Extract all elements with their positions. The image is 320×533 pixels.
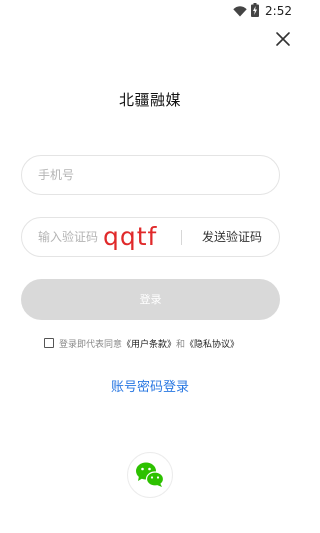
page-title: 北疆融媒 xyxy=(118,91,181,109)
privacy-policy-link[interactable]: 《隐私协议》 xyxy=(185,337,239,350)
login-button[interactable]: 登录 xyxy=(21,279,280,320)
status-bar: 2:52 xyxy=(0,0,300,22)
close-icon xyxy=(276,32,290,46)
login-screen: 2:52 北疆融媒 发送验证码 qqtf 登录 登录即代表同意 《用户条款》 和… xyxy=(0,0,300,533)
agreement-conjunction: 和 xyxy=(176,339,186,350)
agreement-row: 登录即代表同意 《用户条款》 和 《隐私协议》 xyxy=(44,336,239,350)
overlay-text: qqtf xyxy=(103,222,158,251)
battery-charging-icon xyxy=(251,2,260,21)
status-icons: 2:52 xyxy=(233,2,292,21)
wechat-login-button[interactable] xyxy=(127,452,173,498)
wechat-icon xyxy=(136,462,165,487)
status-time: 2:52 xyxy=(265,4,292,18)
send-code-button[interactable]: 发送验证码 xyxy=(202,218,262,256)
phone-field xyxy=(21,155,280,195)
phone-input[interactable] xyxy=(38,156,263,194)
wifi-icon xyxy=(233,2,247,21)
close-button[interactable] xyxy=(275,31,291,47)
field-divider xyxy=(181,230,182,245)
agreement-checkbox[interactable] xyxy=(44,338,54,348)
account-password-login-link[interactable]: 账号密码登录 xyxy=(0,376,300,395)
user-terms-link[interactable]: 《用户条款》 xyxy=(122,337,176,350)
agreement-prefix: 登录即代表同意 xyxy=(59,339,123,350)
